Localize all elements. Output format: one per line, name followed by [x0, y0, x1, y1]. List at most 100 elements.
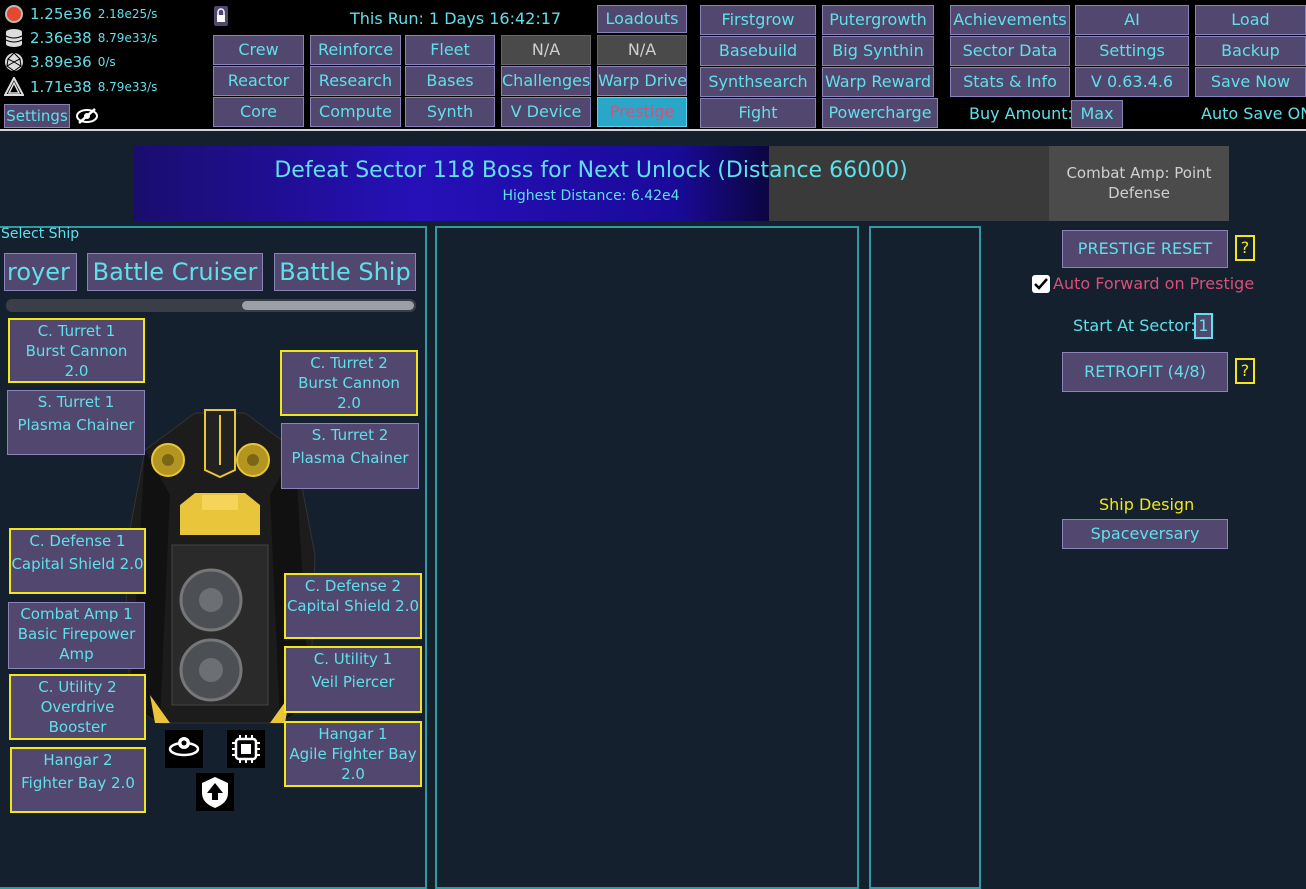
synth-button[interactable]: Synth — [405, 97, 495, 127]
triangle-icon — [4, 77, 24, 96]
slot-item: Overdrive — [40, 698, 115, 716]
big-synthin-button[interactable]: Big Synthin — [822, 36, 934, 66]
prestige-help-icon[interactable]: ? — [1235, 235, 1255, 261]
version-button[interactable]: V 0.63.4.6 — [1075, 67, 1189, 97]
loadouts-button[interactable]: Loadouts — [597, 5, 687, 33]
slot-item: Basic Firepower — [17, 625, 136, 643]
lock-icon[interactable] — [213, 6, 229, 26]
core-button[interactable]: Core — [213, 97, 304, 127]
select-ship-label: Select Ship — [1, 226, 80, 242]
slot-c-defense-2[interactable]: C. Defense 2 Capital Shield 2.0 — [284, 573, 422, 639]
resource-row-1: 1.25e36 2.18e25/s — [4, 3, 157, 25]
slot-s-turret-1[interactable]: S. Turret 1 Plasma Chainer — [7, 390, 145, 455]
reinforce-button[interactable]: Reinforce — [310, 35, 401, 65]
highest-distance-text: Highest Distance: 6.42e4 — [502, 188, 680, 204]
slot-name: C. Turret 1 — [37, 322, 116, 340]
prestige-reset-button[interactable]: PRESTIGE RESET — [1062, 230, 1228, 268]
middle-panel — [435, 226, 859, 889]
slot-s-turret-2[interactable]: S. Turret 2 Plasma Chainer — [281, 423, 419, 489]
crew-button[interactable]: Crew — [213, 35, 304, 65]
start-at-sector-label: Start At Sector: — [1073, 316, 1196, 335]
load-button[interactable]: Load — [1195, 5, 1306, 35]
compute-button[interactable]: Compute — [310, 97, 401, 127]
slot-name: C. Utility 2 — [38, 678, 117, 696]
slot-name: Combat Amp 1 — [20, 605, 133, 623]
resource-rate: 8.79e33/s — [97, 31, 158, 45]
slot-item-line-2: 2.0 — [64, 362, 89, 380]
challenges-button[interactable]: Challenges — [501, 66, 591, 96]
resource-rate: 2.18e25/s — [97, 7, 158, 21]
ship-battle-cruiser-button[interactable]: Battle Cruiser — [87, 253, 263, 291]
na-button-2[interactable]: N/A — [597, 35, 687, 65]
slot-item: Burst Cannon — [25, 342, 128, 360]
warp-drive-button[interactable]: Warp Drive — [597, 66, 687, 96]
shield-up-icon — [196, 773, 234, 811]
research-button[interactable]: Research — [310, 66, 401, 96]
slot-c-turret-2[interactable]: C. Turret 2 Burst Cannon 2.0 — [280, 350, 418, 416]
fight-button[interactable]: Fight — [700, 98, 816, 128]
ship-design-label: Ship Design — [1099, 495, 1195, 514]
resource-value: 2.36e38 — [30, 29, 92, 47]
top-bar: 1.25e36 2.18e25/s 2.36e38 8.79e33/s 3.89… — [0, 0, 1306, 131]
na-button-1[interactable]: N/A — [501, 35, 591, 65]
slot-item: Burst Cannon — [298, 374, 400, 392]
slot-hangar-1[interactable]: Hangar 1 Agile Fighter Bay 2.0 — [284, 721, 422, 787]
fleet-button[interactable]: Fleet — [405, 35, 495, 65]
unlock-goal-text: Defeat Sector 118 Boss for Next Unlock (… — [274, 158, 908, 183]
firstgrow-button[interactable]: Firstgrow — [700, 5, 816, 35]
putergrowth-button[interactable]: Putergrowth — [822, 5, 934, 35]
retrofit-button[interactable]: RETROFIT (4/8) — [1062, 352, 1228, 392]
scrollbar-thumb[interactable] — [242, 301, 414, 310]
resource-value: 1.71e38 — [30, 78, 92, 96]
slot-combat-amp-1[interactable]: Combat Amp 1 Basic Firepower Amp — [8, 602, 145, 669]
slot-name: Hangar 1 — [318, 725, 388, 743]
auto-forward-label: Auto Forward on Prestige — [1053, 274, 1255, 293]
settings-menu-button[interactable]: Settings — [1075, 36, 1189, 66]
bases-button[interactable]: Bases — [405, 66, 495, 96]
achievements-button[interactable]: Achievements — [950, 5, 1070, 35]
slot-item-line-2: 2.0 — [337, 394, 361, 412]
ship-list-scrollbar[interactable] — [6, 299, 416, 312]
stats-info-button[interactable]: Stats & Info — [950, 67, 1070, 97]
slot-c-defense-1[interactable]: C. Defense 1 Capital Shield 2.0 — [9, 528, 146, 594]
resource-rate: 8.79e33/s — [97, 80, 158, 94]
powercharge-button[interactable]: Powercharge — [822, 98, 938, 128]
settings-button[interactable]: Settings — [4, 104, 70, 128]
auto-forward-checkbox[interactable] — [1032, 275, 1050, 293]
combat-amp-line-2: Defense — [1108, 184, 1170, 202]
slot-hangar-2[interactable]: Hangar 2 Fighter Bay 2.0 — [10, 747, 146, 813]
slot-item-line-2: 2.0 — [341, 765, 365, 783]
start-at-sector-input[interactable]: 1 — [1194, 313, 1213, 339]
basebuild-button[interactable]: Basebuild — [700, 36, 816, 66]
run-time: This Run: 1 Days 16:42:17 — [350, 9, 562, 28]
ai-button[interactable]: AI — [1075, 5, 1189, 35]
slot-name: C. Defense 1 — [29, 532, 126, 550]
resource-value: 1.25e36 — [30, 5, 92, 23]
buy-amount-label: Buy Amount: — [969, 104, 1073, 123]
red-circle-icon — [5, 5, 23, 23]
slot-c-turret-1[interactable]: C. Turret 1 Burst Cannon 2.0 — [8, 318, 145, 383]
slot-item: Fighter Bay 2.0 — [21, 774, 135, 792]
save-now-button[interactable]: Save Now — [1195, 67, 1306, 97]
eye-hidden-icon[interactable] — [75, 107, 99, 125]
synthsearch-button[interactable]: Synthsearch — [700, 67, 816, 97]
retrofit-help-icon[interactable]: ? — [1235, 358, 1255, 384]
sector-data-button[interactable]: Sector Data — [950, 36, 1070, 66]
slot-name: C. Turret 2 — [310, 354, 388, 372]
unlock-progress-banner: Defeat Sector 118 Boss for Next Unlock (… — [133, 146, 1049, 221]
prestige-button[interactable]: Prestige — [597, 97, 687, 127]
warp-reward-button[interactable]: Warp Reward — [822, 67, 934, 97]
slot-name: S. Turret 1 — [37, 393, 115, 411]
ship-design-select[interactable]: Spaceversary — [1062, 519, 1228, 549]
slot-c-utility-1[interactable]: C. Utility 1 Veil Piercer — [284, 646, 422, 713]
reactor-button[interactable]: Reactor — [213, 66, 304, 96]
buy-amount-select[interactable]: Max — [1071, 100, 1123, 128]
database-icon — [5, 29, 23, 47]
slot-name: C. Defense 2 — [304, 577, 402, 595]
ship-destroyer-button[interactable]: royer — [4, 253, 77, 291]
ship-battle-ship-button[interactable]: Battle Ship — [274, 253, 416, 291]
slot-c-utility-2[interactable]: C. Utility 2 Overdrive Booster — [9, 674, 146, 740]
v-device-button[interactable]: V Device — [501, 97, 591, 127]
backup-button[interactable]: Backup — [1195, 36, 1306, 66]
narrow-panel — [869, 226, 981, 889]
